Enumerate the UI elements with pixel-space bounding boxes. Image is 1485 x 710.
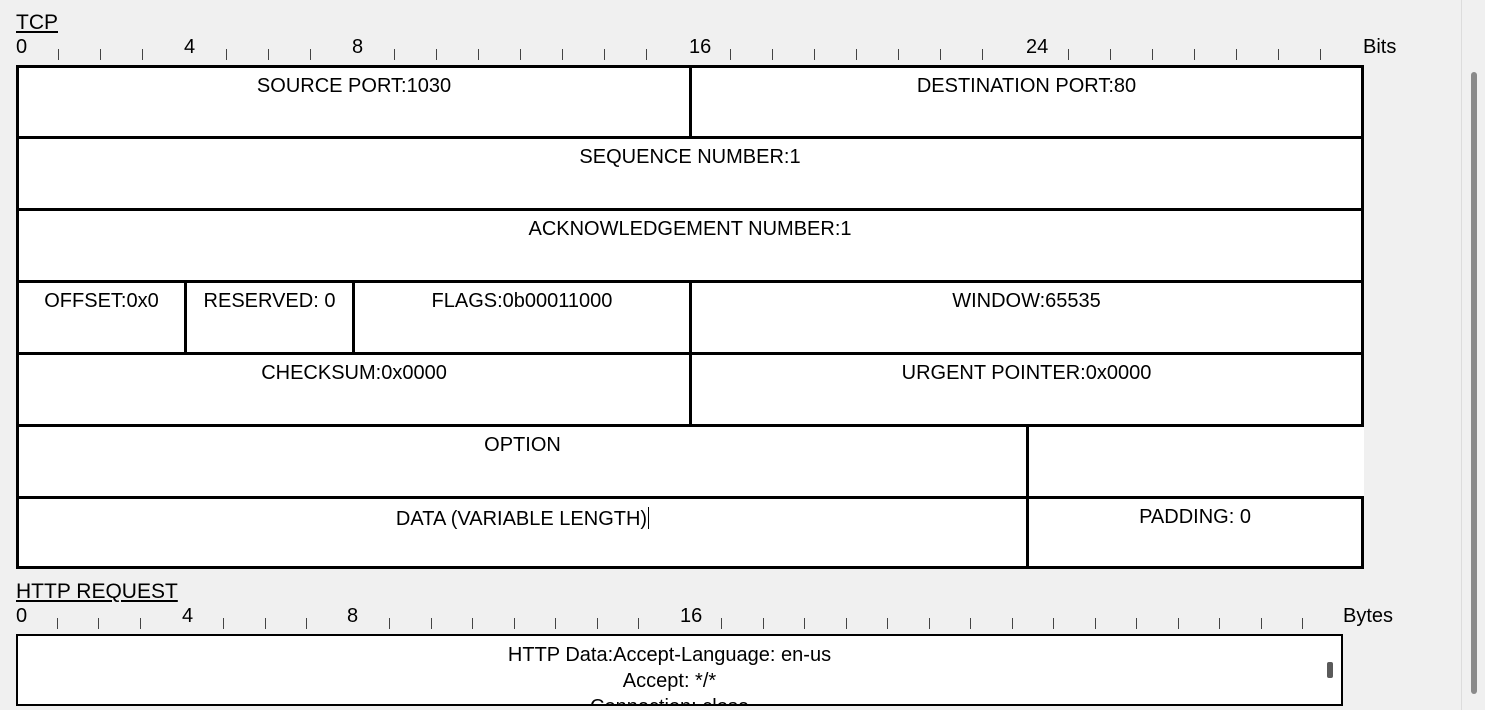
ruler-tick [389,618,390,629]
ruler-label: 0 [16,605,28,627]
ruler-tick [140,618,141,629]
ruler-label: 16 [689,36,712,58]
ruler-tick [1012,618,1013,629]
http-data-line: Connection: close [18,694,1321,704]
ruler-label: 8 [347,605,359,627]
ruler-tick [1068,49,1069,60]
ruler-tick [562,49,563,60]
ruler-tick [1136,618,1137,629]
ruler-tick [58,49,59,60]
ruler-tick [721,618,722,629]
ruler-tick [98,618,99,629]
ruler-tick [887,618,888,629]
ruler-tick [555,618,556,629]
http-data-line: Accept: */* [622,670,717,692]
ruler-tick [1095,618,1096,629]
ruler-unit-label: Bytes [1343,605,1394,627]
ruler-label: 0 [16,36,28,58]
ruler-tick [982,49,983,60]
ruler-tick [431,618,432,629]
ruler-tick [1152,49,1153,60]
ruler-tick [1236,49,1237,60]
sequence-number-field[interactable]: SEQUENCE NUMBER:1 [16,136,1364,211]
ruler-tick [804,618,805,629]
ruler-tick [268,49,269,60]
window-scrollbar[interactable] [1461,0,1485,710]
padding-field[interactable]: PADDING: 0 [1026,496,1364,569]
reserved-field[interactable]: RESERVED: 0 [184,280,355,355]
http-data-field[interactable]: HTTP Data:Accept-Language: en-us Accept:… [16,634,1343,706]
ruler-tick [514,618,515,629]
ruler-unit-label: Bits [1363,36,1397,58]
ruler-tick [394,49,395,60]
ruler-tick [1261,618,1262,629]
offset-field[interactable]: OFFSET:0x0 [16,280,187,355]
ruler-tick [772,49,773,60]
source-port-field[interactable]: SOURCE PORT:1030 [16,65,692,139]
window-field[interactable]: WINDOW:65535 [689,280,1364,355]
ruler-tick [100,49,101,60]
http-section-title: HTTP REQUEST [16,580,178,603]
option-field[interactable]: OPTION [16,424,1029,499]
ruler-tick [223,618,224,629]
tcp-bit-ruler: 0 4 8 16 24 Bits [0,37,1420,61]
ruler-tick [1194,49,1195,60]
ruler-tick [846,618,847,629]
data-field-label: DATA (VARIABLE LENGTH) [395,508,648,530]
ruler-tick [604,49,605,60]
ruler-tick [1219,618,1220,629]
http-data-line: HTTP Data:Accept-Language: en-us [507,644,832,666]
ruler-tick [310,49,311,60]
ruler-tick [226,49,227,60]
http-data-text: HTTP Data:Accept-Language: en-us Accept:… [18,642,1321,704]
checksum-field[interactable]: CHECKSUM:0x0000 [16,352,692,427]
option-blank-cell [1026,424,1364,499]
ruler-tick [929,618,930,629]
ruler-tick [1178,618,1179,629]
ruler-label: 16 [680,605,703,627]
ruler-tick [265,618,266,629]
window-scrollbar-thumb[interactable] [1471,72,1477,694]
ruler-tick [1320,49,1321,60]
http-byte-ruler: 0 4 8 16 Bytes [0,606,1420,630]
ruler-tick [306,618,307,629]
ruler-tick [597,618,598,629]
ruler-tick [472,618,473,629]
ruler-tick [1302,618,1303,629]
ruler-tick [142,49,143,60]
destination-port-field[interactable]: DESTINATION PORT:80 [689,65,1364,139]
text-cursor [648,507,650,529]
ruler-tick [436,49,437,60]
ruler-label: 24 [1026,36,1049,58]
ruler-tick [898,49,899,60]
ruler-tick [1110,49,1111,60]
ruler-tick [1278,49,1279,60]
urgent-pointer-field[interactable]: URGENT POINTER:0x0000 [689,352,1364,427]
http-data-scrollbar[interactable] [1327,662,1333,678]
ruler-tick [478,49,479,60]
data-field[interactable]: DATA (VARIABLE LENGTH) [16,496,1029,569]
ruler-tick [1053,618,1054,629]
ruler-tick [814,49,815,60]
ruler-label: 4 [184,36,196,58]
acknowledgement-number-field[interactable]: ACKNOWLEDGEMENT NUMBER:1 [16,208,1364,283]
tcp-section-title: TCP [16,11,58,34]
flags-field[interactable]: FLAGS:0b00011000 [352,280,692,355]
ruler-tick [940,49,941,60]
ruler-tick [763,618,764,629]
ruler-tick [856,49,857,60]
ruler-label: 8 [352,36,364,58]
ruler-tick [638,618,639,629]
ruler-label: 4 [182,605,194,627]
ruler-tick [57,618,58,629]
ruler-tick [970,618,971,629]
ruler-tick [646,49,647,60]
ruler-tick [520,49,521,60]
ruler-tick [730,49,731,60]
